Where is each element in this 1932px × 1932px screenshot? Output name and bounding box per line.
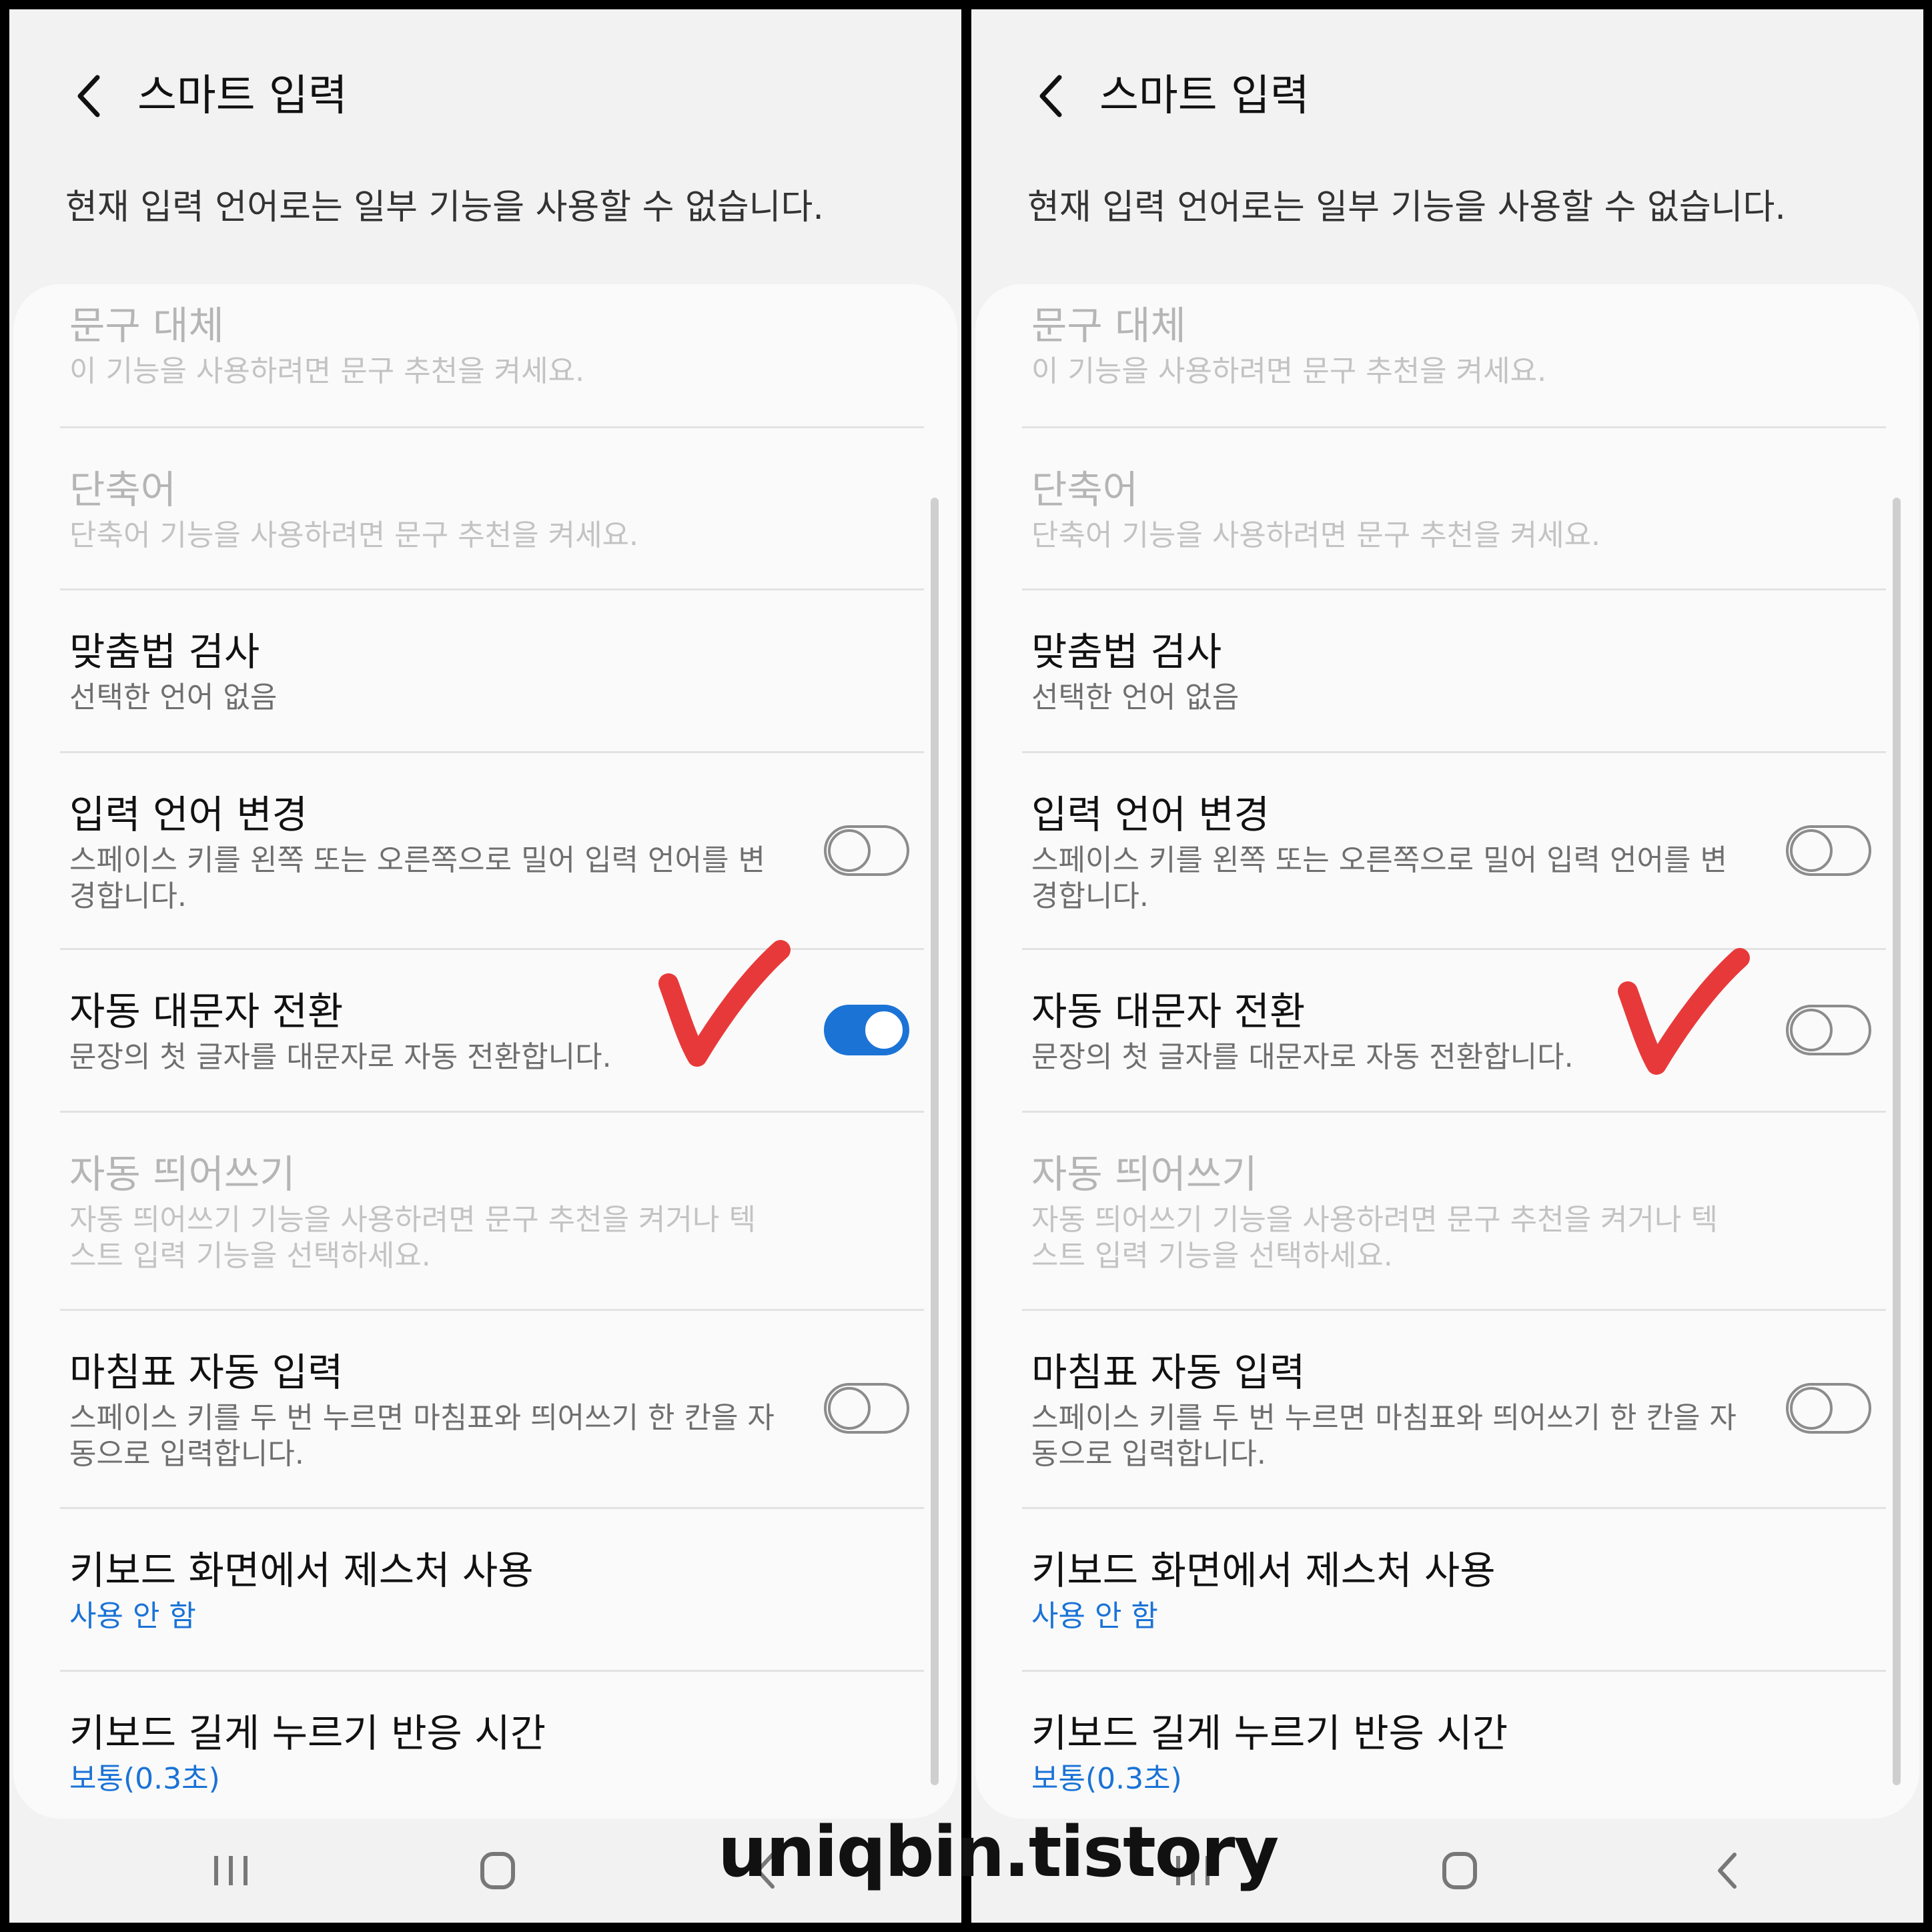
auto-capitalize-toggle[interactable] <box>1786 1005 1871 1055</box>
home-icon[interactable] <box>458 1837 538 1904</box>
recent-apps-icon[interactable] <box>191 1837 271 1904</box>
setting-value: 보통(0.3초) <box>1031 1762 1182 1796</box>
language-notice: 현재 입력 언어로는 일부 기능을 사용할 수 없습니다. <box>1027 187 1786 227</box>
home-icon[interactable] <box>1420 1837 1500 1904</box>
setting-title: 자동 띄어쓰기 <box>1031 1151 1258 1197</box>
setting-subtitle: 스페이스 키를 두 번 누르면 마침표와 띄어쓰기 한 칸을 자동으로 입력합니… <box>69 1401 775 1471</box>
setting-subtitle: 자동 띄어쓰기 기능을 사용하려면 문구 추천을 켜거나 텍스트 입력 기능을 … <box>1031 1203 1718 1273</box>
page-title: 스마트 입력 <box>1099 71 1310 121</box>
setting-subtitle: 스페이스 키를 왼쪽 또는 오른쪽으로 밀어 입력 언어를 변경합니다. <box>69 843 765 913</box>
setting-keyboard-gestures[interactable]: 키보드 화면에서 제스처 사용 사용 안 함 <box>60 1509 924 1672</box>
chevron-left-icon[interactable] <box>1018 63 1085 129</box>
setting-subtitle: 스페이스 키를 두 번 누르면 마침표와 띄어쓰기 한 칸을 자동으로 입력합니… <box>1031 1401 1737 1471</box>
red-check-annotation <box>654 940 801 1077</box>
setting-title: 마침표 자동 입력 <box>69 1350 344 1395</box>
setting-text-shortcuts: 문구 대체 이 기능을 사용하려면 문구 추천을 켜세요. <box>60 284 924 428</box>
setting-value: 사용 안 함 <box>1031 1599 1158 1633</box>
setting-spell-check[interactable]: 맞춤법 검사 선택한 언어 없음 <box>1022 590 1886 753</box>
setting-subtitle: 스페이스 키를 왼쪽 또는 오른쪽으로 밀어 입력 언어를 변경합니다. <box>1031 843 1727 913</box>
setting-subtitle: 선택한 언어 없음 <box>1031 680 1240 714</box>
settings-card: 문구 대체 이 기능을 사용하려면 문구 추천을 켜세요. 단축어 단축어 기능… <box>13 284 957 1819</box>
setting-change-input-language[interactable]: 입력 언어 변경 스페이스 키를 왼쪽 또는 오른쪽으로 밀어 입력 언어를 변… <box>1022 753 1886 950</box>
auto-period-toggle[interactable] <box>824 1383 909 1434</box>
change-language-toggle[interactable] <box>824 825 909 876</box>
change-language-toggle[interactable] <box>1786 825 1871 876</box>
chevron-left-icon[interactable] <box>56 63 123 129</box>
scrollbar[interactable] <box>931 498 939 1785</box>
setting-value: 사용 안 함 <box>69 1599 196 1633</box>
setting-title: 입력 언어 변경 <box>1031 792 1270 837</box>
setting-shortcuts: 단축어 단축어 기능을 사용하려면 문구 추천을 켜세요. <box>60 428 924 590</box>
setting-title: 단축어 <box>1031 467 1139 512</box>
setting-shortcuts: 단축어 단축어 기능을 사용하려면 문구 추천을 켜세요. <box>1022 428 1886 590</box>
red-check-annotation <box>1613 948 1760 1085</box>
setting-title: 자동 대문자 전환 <box>69 989 344 1034</box>
setting-title: 자동 띄어쓰기 <box>69 1151 296 1197</box>
setting-subtitle: 단축어 기능을 사용하려면 문구 추천을 켜세요. <box>69 518 639 552</box>
auto-capitalize-toggle[interactable] <box>824 1005 909 1055</box>
setting-title: 문구 대체 <box>69 303 224 348</box>
setting-subtitle: 자동 띄어쓰기 기능을 사용하려면 문구 추천을 켜거나 텍스트 입력 기능을 … <box>69 1203 756 1273</box>
setting-title: 키보드 길게 누르기 반응 시간 <box>1031 1711 1508 1756</box>
setting-subtitle: 이 기능을 사용하려면 문구 추천을 켜세요. <box>1031 354 1547 388</box>
setting-title: 문구 대체 <box>1031 303 1186 348</box>
setting-title: 자동 대문자 전환 <box>1031 989 1306 1034</box>
setting-title: 맞춤법 검사 <box>1031 629 1222 674</box>
app-bar: 스마트 입력 <box>971 49 1923 143</box>
setting-auto-period[interactable]: 마침표 자동 입력 스페이스 키를 두 번 누르면 마침표와 띄어쓰기 한 칸을… <box>1022 1311 1886 1509</box>
setting-title: 키보드 길게 누르기 반응 시간 <box>69 1711 546 1756</box>
setting-title: 맞춤법 검사 <box>69 629 260 674</box>
setting-spell-check[interactable]: 맞춤법 검사 선택한 언어 없음 <box>60 590 924 753</box>
setting-title: 키보드 화면에서 제스처 사용 <box>1031 1548 1496 1593</box>
setting-text-shortcuts: 문구 대체 이 기능을 사용하려면 문구 추천을 켜세요. <box>1022 284 1886 428</box>
setting-subtitle: 이 기능을 사용하려면 문구 추천을 켜세요. <box>69 354 585 388</box>
setting-auto-spacing: 자동 띄어쓰기 자동 띄어쓰기 기능을 사용하려면 문구 추천을 켜거나 텍스트… <box>1022 1113 1886 1311</box>
setting-value: 보통(0.3초) <box>69 1762 220 1796</box>
watermark-text: uniqbin.tistory <box>718 1811 1279 1893</box>
setting-subtitle: 단축어 기능을 사용하려면 문구 추천을 켜세요. <box>1031 518 1601 552</box>
auto-period-toggle[interactable] <box>1786 1383 1871 1434</box>
setting-auto-period[interactable]: 마침표 자동 입력 스페이스 키를 두 번 누르면 마침표와 띄어쓰기 한 칸을… <box>60 1311 924 1509</box>
setting-title: 키보드 화면에서 제스처 사용 <box>69 1548 534 1593</box>
app-bar: 스마트 입력 <box>9 49 961 143</box>
settings-screen-after: 스마트 입력 현재 입력 언어로는 일부 기능을 사용할 수 없습니다. 문구 … <box>971 9 1923 1923</box>
back-icon[interactable] <box>1686 1837 1767 1904</box>
settings-screen-before: 스마트 입력 현재 입력 언어로는 일부 기능을 사용할 수 없습니다. 문구 … <box>9 9 961 1923</box>
setting-title: 입력 언어 변경 <box>69 792 308 837</box>
setting-subtitle: 선택한 언어 없음 <box>69 680 278 714</box>
setting-auto-spacing: 자동 띄어쓰기 자동 띄어쓰기 기능을 사용하려면 문구 추천을 켜거나 텍스트… <box>60 1113 924 1311</box>
setting-title: 마침표 자동 입력 <box>1031 1350 1306 1395</box>
page-title: 스마트 입력 <box>137 71 348 121</box>
scrollbar[interactable] <box>1893 498 1901 1785</box>
settings-card: 문구 대체 이 기능을 사용하려면 문구 추천을 켜세요. 단축어 단축어 기능… <box>975 284 1919 1819</box>
setting-title: 단축어 <box>69 467 177 512</box>
language-notice: 현재 입력 언어로는 일부 기능을 사용할 수 없습니다. <box>65 187 824 227</box>
setting-change-input-language[interactable]: 입력 언어 변경 스페이스 키를 왼쪽 또는 오른쪽으로 밀어 입력 언어를 변… <box>60 753 924 950</box>
setting-keyboard-gestures[interactable]: 키보드 화면에서 제스처 사용 사용 안 함 <box>1022 1509 1886 1672</box>
